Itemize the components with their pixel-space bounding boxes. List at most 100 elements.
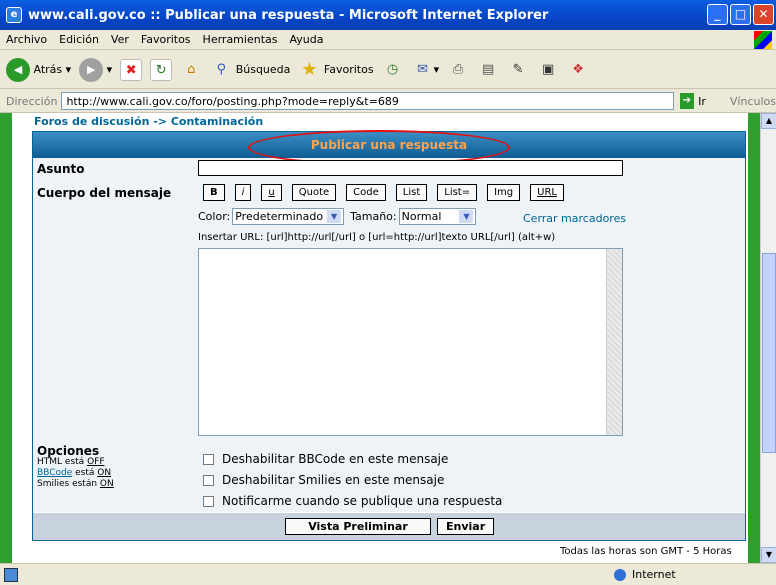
favorites-label: Favoritos	[323, 63, 374, 76]
back-button[interactable]: ◀ Atrás ▾	[6, 57, 71, 82]
window-title: www.cali.gov.co :: Publicar una respuest…	[28, 7, 549, 23]
page-viewport: Foros de discusión -> Contaminación Publ…	[0, 113, 760, 563]
disable-smilies-option[interactable]: Deshabilitar Smilies en este mensaje	[203, 473, 444, 487]
url-button[interactable]: URL	[530, 184, 564, 201]
stop-button[interactable]: ✖	[120, 58, 143, 81]
zone-label: Internet	[632, 568, 676, 581]
page-scrollbar[interactable]: ▲ ▼	[760, 113, 776, 563]
check-label: Deshabilitar BBCode en este mensaje	[222, 452, 449, 466]
html-value: OFF	[87, 457, 105, 467]
menu-favoritos[interactable]: Favoritos	[141, 33, 191, 46]
list-eq-button[interactable]: List=	[437, 184, 478, 201]
go-button[interactable]: Ir	[698, 95, 706, 108]
refresh-icon: ↻	[150, 58, 173, 81]
history-button[interactable]: ◷	[382, 59, 404, 81]
forward-button[interactable]: ▶ ▾	[79, 57, 112, 82]
address-input[interactable]: http://www.cali.gov.co/foro/posting.php?…	[61, 92, 674, 110]
notify-option[interactable]: Notificarme cuando se publique una respu…	[203, 494, 502, 508]
message-textarea[interactable]	[198, 248, 623, 436]
submit-button[interactable]: Enviar	[437, 518, 495, 535]
menu-edicion[interactable]: Edición	[59, 33, 99, 46]
links-label[interactable]: Vínculos	[730, 95, 776, 108]
options-title: Opciones	[37, 444, 100, 458]
right-border	[748, 113, 760, 563]
menu-ayuda[interactable]: Ayuda	[289, 33, 323, 46]
home-button[interactable]: ⌂	[180, 59, 202, 81]
color-select[interactable]: Predeterminado ▼	[232, 208, 345, 225]
url-hint: Insertar URL: [url]http://url[/url] o [u…	[198, 232, 556, 243]
discuss-button[interactable]: ✎	[507, 59, 529, 81]
edit-icon: ▤	[481, 61, 495, 77]
close-button[interactable]: ✕	[753, 4, 774, 25]
check-label: Deshabilitar Smilies en este mensaje	[222, 473, 445, 487]
html-status: HTML está	[37, 457, 85, 467]
scroll-down-icon[interactable]: ▼	[761, 547, 776, 563]
search-button[interactable]: ⚲ Búsqueda	[210, 59, 290, 81]
menu-archivo[interactable]: Archivo	[6, 33, 47, 46]
back-label: Atrás	[33, 63, 63, 76]
toolbar: ◀ Atrás ▾ ▶ ▾ ✖ ↻ ⌂ ⚲ Búsqueda ★ Favorit…	[0, 51, 776, 89]
mail-button[interactable]: ✉ ▾	[412, 59, 439, 81]
check-label: Notificarme cuando se publique una respu…	[222, 494, 503, 508]
globe-icon	[614, 568, 626, 581]
messenger-button[interactable]: ❖	[567, 59, 589, 81]
maximize-button[interactable]: □	[730, 4, 751, 25]
checkbox[interactable]	[203, 474, 214, 486]
list-button[interactable]: List	[395, 184, 428, 201]
preview-button[interactable]: Vista Preliminar	[285, 518, 431, 535]
checkbox[interactable]	[203, 495, 214, 507]
size-select[interactable]: Normal ▼	[398, 208, 477, 225]
search-label: Búsqueda	[235, 63, 291, 76]
bbcode-status: está	[72, 468, 98, 478]
code-button[interactable]: Code	[346, 184, 386, 201]
menu-ver[interactable]: Ver	[111, 33, 129, 46]
print-icon: ⎙	[452, 61, 464, 77]
underline-button[interactable]: u	[261, 184, 282, 201]
subject-label: Asunto	[37, 162, 85, 176]
minimize-button[interactable]: _	[707, 4, 728, 25]
home-icon: ⌂	[187, 61, 196, 77]
stop-icon: ✖	[120, 58, 143, 81]
textarea-scrollbar[interactable]	[606, 249, 622, 435]
color-label: Color:	[198, 210, 231, 223]
subject-input[interactable]	[198, 160, 623, 176]
italic-button[interactable]: i	[234, 184, 252, 201]
scroll-thumb[interactable]	[762, 253, 776, 453]
menu-bar: Archivo Edición Ver Favoritos Herramient…	[0, 30, 776, 50]
favorites-button[interactable]: ★ Favoritos	[298, 59, 373, 81]
size-label: Tamaño:	[350, 210, 397, 223]
messenger-icon: ❖	[572, 61, 584, 77]
ie-icon: e	[6, 7, 22, 23]
img-button[interactable]: Img	[487, 184, 521, 201]
bold-button[interactable]: B	[203, 184, 225, 201]
breadcrumb[interactable]: Foros de discusión -> Contaminación	[34, 115, 263, 128]
menu-herramientas[interactable]: Herramientas	[203, 33, 278, 46]
disable-bbcode-option[interactable]: Deshabilitar BBCode en este mensaje	[203, 452, 448, 466]
back-arrow-icon: ◀	[6, 57, 30, 82]
bbcode-link[interactable]: BBCode	[37, 468, 72, 478]
chevron-down-icon: ▼	[327, 210, 342, 223]
star-icon: ★	[301, 58, 318, 80]
history-icon: ◷	[386, 61, 399, 77]
body-label: Cuerpo del mensaje	[37, 186, 172, 200]
quote-button[interactable]: Quote	[291, 184, 337, 201]
refresh-button[interactable]: ↻	[150, 58, 173, 81]
font-options: Color: Predeterminado ▼ Tamaño: Normal ▼	[198, 208, 482, 225]
timezone-note: Todas las horas son GMT - 5 Horas	[560, 546, 732, 557]
chevron-down-icon: ▼	[459, 210, 474, 223]
close-tags-link[interactable]: Cerrar marcadores	[523, 212, 626, 225]
print-button[interactable]: ⎙	[447, 59, 469, 81]
color-value: Predeterminado	[235, 210, 324, 223]
url-text: http://www.cali.gov.co/foro/posting.php?…	[66, 94, 399, 108]
go-arrow-icon[interactable]: ➔	[679, 93, 695, 109]
research-button[interactable]: ▣	[537, 59, 559, 81]
windows-logo-icon	[754, 31, 772, 49]
post-form: Publicar una respuesta Asunto Cuerpo del…	[32, 130, 746, 541]
scroll-up-icon[interactable]: ▲	[761, 113, 776, 129]
edit-button[interactable]: ▤	[477, 59, 499, 81]
form-footer: Vista Preliminar Enviar	[33, 512, 745, 540]
checkbox[interactable]	[203, 453, 214, 465]
status-bar: Internet	[0, 563, 776, 585]
bbcode-value: ON	[97, 468, 112, 478]
security-zone: Internet	[614, 568, 676, 581]
